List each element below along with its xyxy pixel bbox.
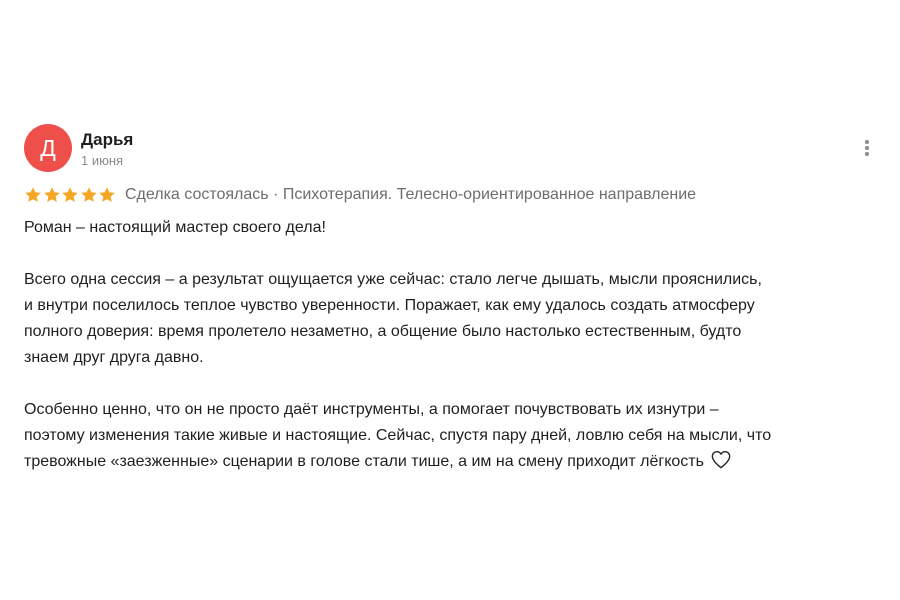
review-line: знаем друг друга давно.: [24, 349, 204, 366]
review-line: поэтому изменения такие живые и настоящи…: [24, 427, 772, 444]
star-icon: [62, 187, 78, 202]
star-icon: [81, 187, 97, 202]
review-line: Роман – настоящий мастер своего дела!: [24, 219, 326, 236]
review-line: Всего одна сессия – а результат ощущаетс…: [24, 271, 762, 288]
review-card: Д Дарья 1 июня Сделка состоялась · Психо…: [24, 124, 880, 470]
star-icon: [25, 187, 41, 202]
more-dot-icon: [865, 140, 869, 144]
more-options-button[interactable]: [858, 138, 876, 162]
review-line: Особенно ценно, что он не просто даёт ин…: [24, 401, 719, 418]
heart-outline-icon: [711, 451, 731, 469]
star-icon: [99, 187, 116, 202]
review-text: Роман – настоящий мастер своего дела! Вс…: [24, 215, 880, 475]
review-date: 1 июня: [81, 153, 124, 168]
review-line-text: тревожные «заезженные» сценарии в голове…: [24, 453, 704, 470]
more-dot-icon: [865, 146, 869, 150]
more-dot-icon: [865, 152, 869, 156]
avatar[interactable]: Д: [24, 124, 72, 172]
review-header: Д Дарья 1 июня: [24, 124, 880, 174]
author-name[interactable]: Дарья: [81, 130, 133, 150]
review-line-last: тревожные «заезженные» сценарии в голове…: [24, 449, 880, 475]
star-icon: [43, 187, 60, 202]
review-line: и внутри поселилось теплое чувство увере…: [24, 297, 755, 314]
review-meta: Сделка состоялась · Психотерапия. Телесн…: [24, 184, 696, 206]
review-line: полного доверия: время пролетело незамет…: [24, 323, 742, 340]
deal-category: Сделка состоялась · Психотерапия. Телесн…: [124, 186, 697, 203]
rating-stars: [24, 186, 117, 204]
